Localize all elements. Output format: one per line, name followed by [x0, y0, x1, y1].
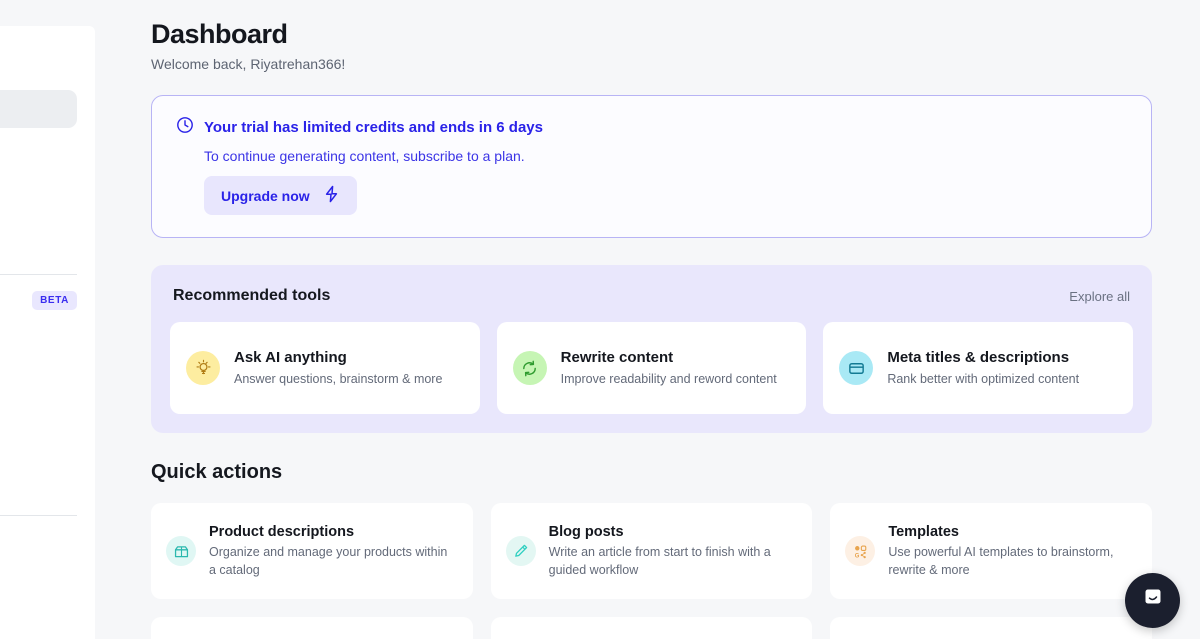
lightbulb-icon: [186, 351, 220, 386]
lightning-bolt-icon: [323, 185, 340, 206]
sidebar-divider-lower: [0, 515, 77, 516]
recommended-card-text: Rewrite content Improve readability and …: [561, 349, 777, 388]
recommended-card-rewrite-content[interactable]: Rewrite content Improve readability and …: [496, 322, 807, 415]
upgrade-now-button[interactable]: Upgrade now: [204, 176, 357, 216]
social-templates-icon: G: [845, 536, 876, 567]
recommended-card-text: Ask AI anything Answer questions, brains…: [234, 349, 442, 388]
quick-action-card-title: Blog posts: [548, 524, 624, 541]
recommended-card-title: Rewrite content: [560, 349, 674, 367]
sidebar-item-beta[interactable]: BETA: [0, 285, 77, 315]
beta-badge: BETA: [32, 290, 77, 310]
quick-action-card-blog-posts[interactable]: Blog posts Write an article from start t…: [490, 503, 813, 600]
upgrade-button-label: Upgrade now: [221, 187, 310, 204]
recommended-card-desc: Rank better with optimized content: [887, 371, 1080, 386]
trial-banner: Your trial has limited credits and ends …: [151, 95, 1152, 239]
quick-actions-grid-row-2: [151, 617, 1152, 639]
clock-icon: [176, 116, 194, 139]
welcome-message: Welcome back, Riyatrehan366!: [151, 56, 346, 73]
recommended-tools-grid: Ask AI anything Answer questions, brains…: [170, 322, 1133, 415]
quick-action-card-text: Templates Use powerful AI templates to b…: [888, 523, 1137, 579]
explore-all-link[interactable]: Explore all: [1069, 289, 1130, 304]
page-title: Dashboard: [151, 19, 288, 49]
quick-action-card-desc: Use powerful AI templates to brainstorm,…: [888, 545, 1114, 577]
recommended-card-title: Ask AI anything: [234, 349, 347, 367]
quick-action-card-partial[interactable]: [490, 617, 813, 639]
sidebar-logo: use AI: [0, 26, 77, 90]
svg-text:G: G: [855, 553, 860, 559]
sidebar-divider: [0, 274, 77, 275]
quick-actions-title: Quick actions: [151, 461, 283, 484]
sidebar-bottom-link[interactable]: s: [0, 407, 77, 419]
main-content: Dashboard Welcome back, Riyatrehan366! Y…: [95, 0, 1200, 639]
quick-action-card-partial[interactable]: [151, 617, 473, 639]
refresh-cycle-icon: [512, 351, 547, 386]
quick-action-card-desc: Write an article from start to finish wi…: [548, 545, 771, 577]
quick-actions-grid: Product descriptions Organize and manage…: [151, 503, 1152, 600]
trial-banner-header: Your trial has limited credits and ends …: [176, 116, 1127, 139]
recommended-card-title: Meta titles & descriptions: [887, 349, 1070, 367]
recommended-card-desc: Answer questions, brainstorm & more: [234, 371, 443, 386]
recommended-tools-title: Recommended tools: [173, 287, 331, 305]
quick-action-card-title: Product descriptions: [209, 524, 355, 541]
sidebar-search-input[interactable]: [0, 90, 77, 128]
chat-launcher-button[interactable]: [1125, 573, 1180, 628]
trial-banner-subtitle: To continue generating content, subscrib…: [204, 148, 525, 165]
quick-action-card-text: Product descriptions Organize and manage…: [209, 523, 458, 579]
app-screen: use AI riptions on BETA s: [0, 0, 1200, 639]
quick-action-card-partial[interactable]: [830, 617, 1152, 639]
recommended-card-meta-titles[interactable]: Meta titles & descriptions Rank better w…: [823, 322, 1133, 415]
sidebar-item-product-descriptions[interactable]: riptions: [0, 194, 77, 227]
trial-banner-title: Your trial has limited credits and ends …: [204, 119, 543, 137]
browser-window-icon: [839, 351, 874, 386]
quick-action-card-desc: Organize and manage your products within…: [209, 545, 448, 577]
sidebar-region: use AI riptions on BETA s: [0, 0, 95, 639]
recommended-tools-header: Recommended tools Explore all: [170, 287, 1133, 305]
quick-action-card-text: Blog posts Write an article from start t…: [549, 523, 798, 579]
sidebar: use AI riptions on BETA s: [0, 26, 95, 639]
recommended-tools-panel: Recommended tools Explore all Ask AI any…: [151, 265, 1152, 434]
quick-action-card-title: Templates: [888, 524, 959, 541]
quick-action-card-templates[interactable]: G Templates Use powerful AI templates to…: [830, 503, 1152, 600]
quick-action-card-product-descriptions[interactable]: Product descriptions Organize and manage…: [151, 503, 473, 600]
pen-icon: [505, 536, 536, 567]
open-box-icon: [166, 536, 196, 567]
sidebar-item-generation[interactable]: on: [0, 227, 77, 260]
recommended-card-desc: Improve readability and reword content: [560, 371, 777, 386]
recommended-card-ask-ai[interactable]: Ask AI anything Answer questions, brains…: [170, 322, 480, 415]
intercom-chat-icon: [1140, 585, 1166, 616]
recommended-card-text: Meta titles & descriptions Rank better w…: [887, 349, 1079, 388]
